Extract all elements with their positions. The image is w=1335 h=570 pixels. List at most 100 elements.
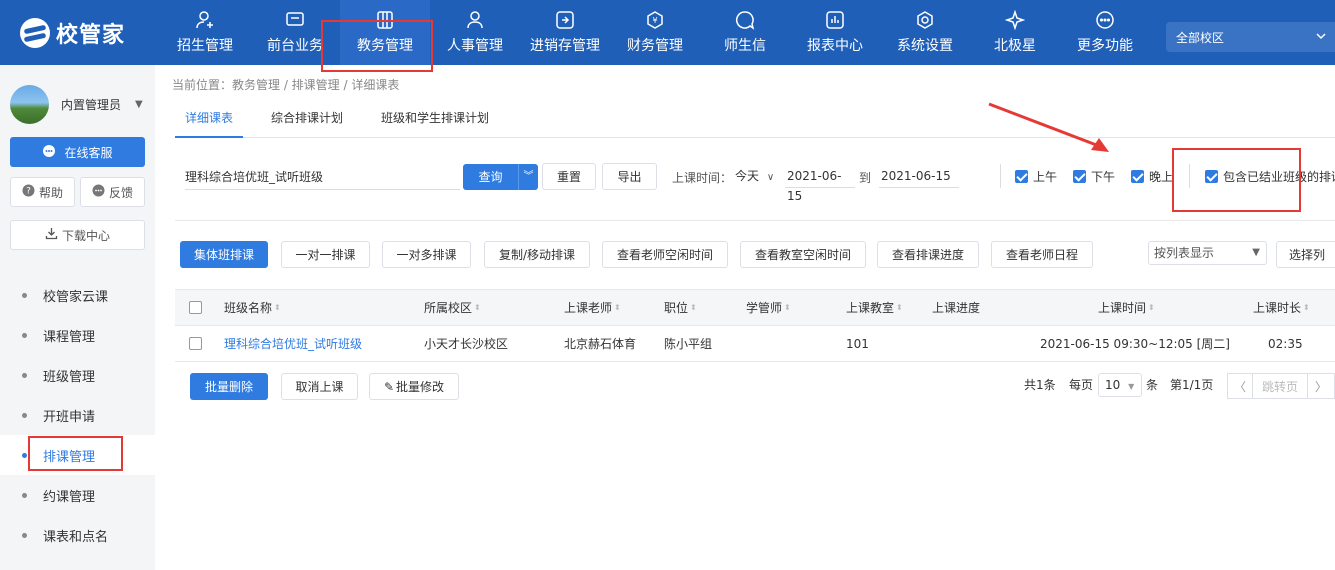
side-menu: 校管家云课 课程管理 班级管理 开班申请 排课管理 约课管理 课表和点名: [0, 275, 155, 555]
nav-label: 招生管理: [177, 38, 233, 54]
tab-comprehensive-plan[interactable]: 综合排课计划: [261, 100, 353, 138]
col-label: 上课时长: [1253, 301, 1302, 315]
nav-item-messages[interactable]: 师生信: [700, 0, 790, 65]
nav-item-hr[interactable]: 人事管理: [430, 0, 520, 65]
feedback-label: 反馈: [108, 185, 133, 200]
sidebar-item-booking[interactable]: 约课管理: [0, 475, 155, 515]
inventory-icon: [555, 10, 575, 30]
batch-edit-button[interactable]: ✎ 批量修改: [369, 373, 459, 400]
tab-detailed-schedule[interactable]: 详细课表: [175, 100, 244, 138]
one-to-one-button[interactable]: 一对一排课: [281, 241, 370, 268]
nav-item-inventory[interactable]: 进销存管理: [520, 0, 610, 65]
time-range-select[interactable]: 今天 ∨: [735, 167, 774, 184]
chat-icon: [735, 10, 755, 30]
prev-page-button[interactable]: 〈: [1227, 373, 1253, 399]
col-campus[interactable]: 所属校区 ⬍: [424, 290, 481, 325]
download-center-button[interactable]: 下载中心: [10, 220, 145, 250]
reset-button[interactable]: 重置: [542, 163, 596, 190]
red-arrow-annotation: [988, 102, 1109, 152]
nav-item-polaris[interactable]: 北极星: [970, 0, 1060, 65]
campus-cell: 小天才长沙校区: [424, 337, 509, 351]
cancel-class-button[interactable]: 取消上课: [281, 373, 358, 400]
col-duration[interactable]: 上课时长 ⬍: [1253, 290, 1310, 325]
col-manager[interactable]: 学管师 ⬍: [746, 290, 791, 325]
sidebar-item-course-management[interactable]: 课程管理: [0, 315, 155, 355]
nav-item-more[interactable]: 更多功能: [1060, 0, 1150, 65]
report-icon: [825, 10, 845, 30]
date-from-input[interactable]: 2021-06-15: [785, 166, 855, 203]
sort-icon: ⬍: [1303, 302, 1310, 312]
time-label: 上课时间：: [672, 171, 733, 185]
room-free-time-button[interactable]: 查看教室空闲时间: [740, 241, 866, 268]
feedback-icon: [92, 184, 105, 200]
col-time[interactable]: 上课时间 ⬍: [1098, 290, 1155, 325]
col-label: 上课教室: [846, 301, 895, 315]
double-chevron-down-icon[interactable]: ︾: [518, 164, 538, 190]
afternoon-checkbox[interactable]: 下午: [1073, 168, 1115, 185]
date-to-input[interactable]: 2021-06-15: [879, 166, 959, 188]
sidebar-item-class-application[interactable]: 开班申请: [0, 395, 155, 435]
jump-page-input[interactable]: 跳转页: [1252, 373, 1308, 399]
teacher-schedule-button[interactable]: 查看老师日程: [991, 241, 1093, 268]
col-room[interactable]: 上课教室 ⬍: [846, 290, 903, 325]
campus-select[interactable]: 全部校区: [1166, 22, 1335, 52]
batch-delete-button[interactable]: 批量删除: [190, 373, 268, 400]
progress-button[interactable]: 查看排课进度: [877, 241, 979, 268]
table-header: 班级名称 ⬍ 所属校区 ⬍ 上课老师 ⬍ 职位 ⬍ 学管师 ⬍ 上课教室 ⬍ 上课进度 上课…: [175, 289, 1335, 326]
sort-icon: ⬍: [274, 302, 281, 312]
total-count: 共1条: [1024, 378, 1056, 392]
teacher-free-time-button[interactable]: 查看老师空闲时间: [602, 241, 728, 268]
nav-label: 师生信: [724, 38, 766, 54]
col-class-name[interactable]: 班级名称 ⬍: [224, 290, 281, 325]
feedback-button[interactable]: 反馈: [80, 177, 145, 207]
tab-class-student-plan[interactable]: 班级和学生排课计划: [371, 100, 499, 138]
nav-item-reports[interactable]: 报表中心: [790, 0, 880, 65]
table-row: 理科综合培优班_试听班级 小天才长沙校区 北京赫石体育 陈小平组 101 202…: [175, 326, 1335, 362]
evening-label: 晚上: [1149, 170, 1174, 184]
sidebar-item-class-management[interactable]: 班级管理: [0, 355, 155, 395]
sidebar-item-timetable[interactable]: 课表和点名: [0, 515, 155, 555]
query-button[interactable]: 查询 ︾: [463, 164, 538, 190]
sidebar-item-cloud-class[interactable]: 校管家云课: [0, 275, 155, 315]
campus-select-value: 全部校区: [1176, 30, 1225, 45]
user-add-icon: [195, 10, 215, 30]
per-page-unit: 条: [1146, 378, 1159, 392]
caret-down-icon: ▼: [135, 99, 143, 110]
user-menu[interactable]: 内置管理员 ▼: [10, 85, 143, 124]
help-label: 帮助: [38, 185, 63, 200]
nav-item-finance[interactable]: ¥ 财务管理: [610, 0, 700, 65]
highlight-box-filter: [1172, 148, 1301, 212]
class-name-link[interactable]: 理科综合培优班_试听班级: [224, 326, 362, 361]
per-page-label: 每页: [1069, 378, 1094, 392]
nav-item-admissions[interactable]: 招生管理: [160, 0, 250, 65]
col-label: 上课老师: [564, 301, 613, 315]
group-schedule-button[interactable]: 集体班排课: [180, 241, 268, 268]
page-size-select[interactable]: 10 ▼: [1098, 373, 1142, 397]
next-page-button[interactable]: 〉: [1307, 373, 1335, 399]
evening-checkbox[interactable]: 晚上: [1131, 168, 1173, 185]
more-icon: [1095, 10, 1115, 30]
one-to-many-button[interactable]: 一对多排课: [382, 241, 471, 268]
select-all-checkbox[interactable]: [189, 290, 202, 325]
col-label: 学管师: [746, 301, 783, 315]
logo[interactable]: 校管家: [20, 16, 125, 50]
search-input[interactable]: [185, 164, 460, 190]
choose-columns-button[interactable]: 选择列: [1276, 241, 1335, 268]
nav-label: 进销存管理: [530, 38, 600, 54]
col-position[interactable]: 职位 ⬍: [664, 290, 697, 325]
highlight-box-nav: [321, 20, 433, 72]
copy-move-button[interactable]: 复制/移动排课: [484, 241, 590, 268]
view-mode-select[interactable]: 按列表显示 ▼: [1148, 241, 1267, 265]
caret-down-icon: ▼: [1252, 247, 1260, 258]
sort-icon: ⬍: [614, 302, 621, 312]
nav-item-settings[interactable]: 系统设置: [880, 0, 970, 65]
row-checkbox[interactable]: [189, 326, 202, 361]
online-service-button[interactable]: 在线客服: [10, 137, 145, 167]
col-teacher[interactable]: 上课老师 ⬍: [564, 290, 621, 325]
avatar: [10, 85, 49, 124]
divider: [1000, 164, 1001, 188]
chevron-left-icon: 〈: [1233, 379, 1246, 394]
help-button[interactable]: ? 帮助: [10, 177, 75, 207]
morning-checkbox[interactable]: 上午: [1015, 168, 1057, 185]
export-button[interactable]: 导出: [602, 163, 657, 190]
